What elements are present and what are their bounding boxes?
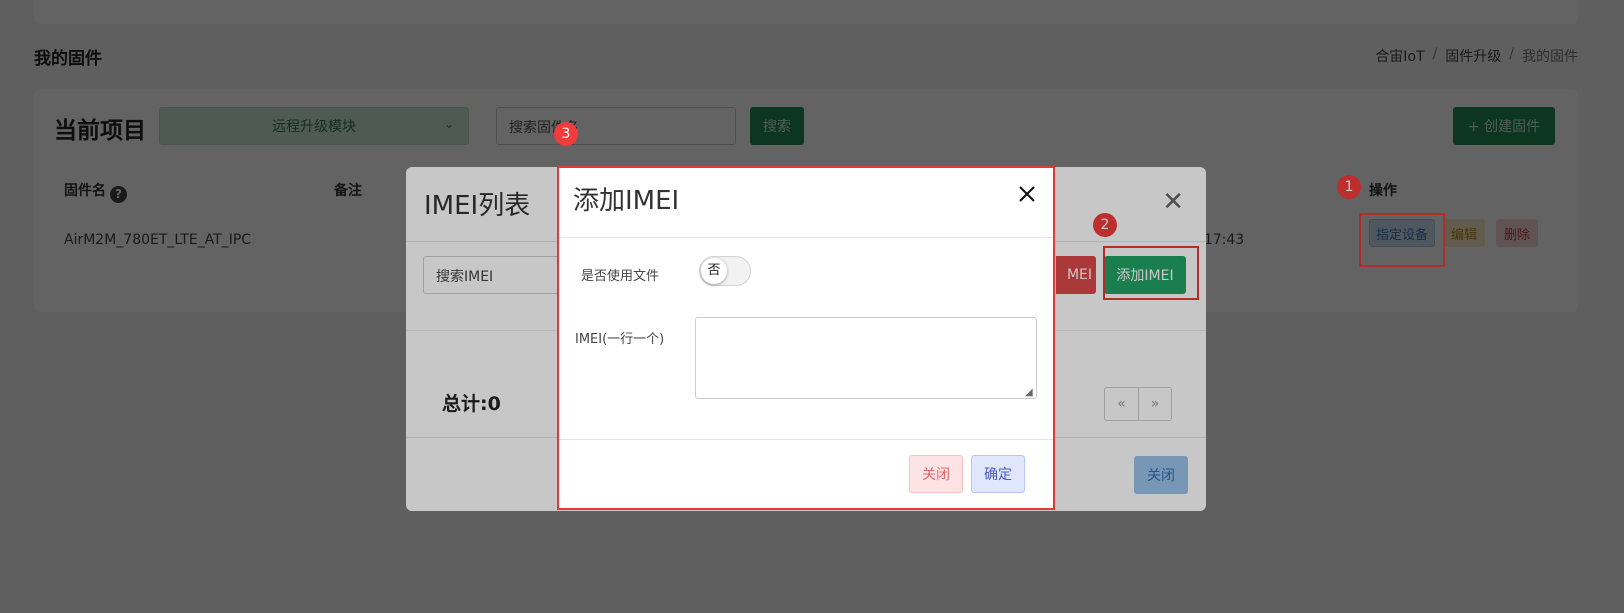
step-badge-3: 3: [554, 122, 578, 146]
highlight-box-add-imei-modal: [557, 166, 1055, 510]
